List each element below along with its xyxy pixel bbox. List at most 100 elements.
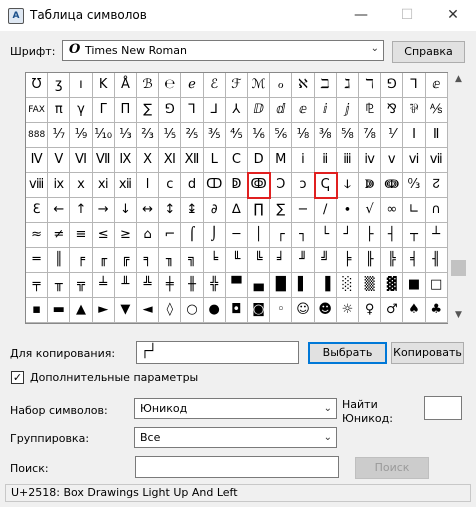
character-cell[interactable]: ║	[48, 248, 71, 273]
select-button[interactable]: Выбрать	[308, 342, 387, 364]
character-cell[interactable]: ı	[70, 73, 93, 98]
character-cell[interactable]: ∟	[403, 198, 426, 223]
character-cell[interactable]: ℰ	[203, 73, 226, 98]
character-cell[interactable]: ⅆ	[270, 98, 293, 123]
character-cell[interactable]: Ⅽ	[225, 148, 248, 173]
character-cell[interactable]: ╞	[336, 248, 359, 273]
character-cell[interactable]: ╗	[181, 248, 204, 273]
character-cell[interactable]: ⅓	[114, 123, 137, 148]
grouping-select[interactable]: Все ⌄	[134, 427, 337, 448]
grid-scrollbar[interactable]: ▲ ▼	[450, 72, 467, 324]
character-cell[interactable]: ♂	[381, 298, 404, 323]
character-cell[interactable]: Ⅱ	[425, 123, 448, 148]
character-cell[interactable]: ⌐	[159, 223, 182, 248]
character-cell[interactable]: Ↄ	[270, 173, 293, 198]
character-cell[interactable]: Π	[114, 98, 137, 123]
character-cell[interactable]: ╧	[92, 273, 115, 298]
character-cell[interactable]: ▪	[26, 298, 49, 323]
character-cell[interactable]: ℮	[159, 73, 182, 98]
character-cell[interactable]: ⅗	[203, 123, 226, 148]
character-cell[interactable]: ╕	[137, 248, 160, 273]
character-cell[interactable]: ≥	[114, 223, 137, 248]
character-cell[interactable]: Å	[114, 73, 137, 98]
character-cell[interactable]: ╫	[181, 273, 204, 298]
character-cell[interactable]: ↆ	[336, 173, 359, 198]
character-cell[interactable]: ╡	[403, 248, 426, 273]
character-cell[interactable]: ⅕	[159, 123, 182, 148]
character-cell[interactable]: ↄ	[292, 173, 315, 198]
character-cell[interactable]: Ⅼ	[203, 148, 226, 173]
character-cell[interactable]: ⅽ	[159, 173, 182, 198]
unicode-input[interactable]	[424, 396, 462, 420]
character-cell[interactable]: ╜	[292, 248, 315, 273]
character-cell[interactable]: ⅘	[225, 123, 248, 148]
character-cell[interactable]: ╬	[203, 273, 226, 298]
character-cell[interactable]: ◦	[270, 298, 293, 323]
scroll-thumb[interactable]	[451, 260, 466, 276]
character-cell[interactable]: ╥	[48, 273, 71, 298]
character-cell[interactable]: ℶ	[314, 73, 337, 98]
character-cell[interactable]: ⅁	[381, 73, 404, 98]
character-cell[interactable]: ⅒	[92, 123, 115, 148]
character-cell[interactable]: ⅶ	[425, 148, 448, 173]
character-cell[interactable]: ℇ	[26, 198, 49, 223]
character-cell[interactable]: ╚	[248, 248, 271, 273]
character-cell[interactable]: ◘	[225, 298, 248, 323]
character-cell[interactable]: ⅋	[381, 98, 404, 123]
character-cell[interactable]: ⌠	[181, 223, 204, 248]
character-cell[interactable]: ⅴ	[381, 148, 404, 173]
character-cell[interactable]: ≤	[92, 223, 115, 248]
character-cell[interactable]: ⅵ	[403, 148, 426, 173]
character-cell[interactable]: ⅇ	[425, 73, 448, 98]
character-cell[interactable]: ⅺ	[92, 173, 115, 198]
character-cell[interactable]: ▓	[381, 273, 404, 298]
character-cell[interactable]: ⅹ	[70, 173, 93, 198]
character-cell[interactable]: ↉	[403, 173, 426, 198]
character-cell[interactable]: ╟	[359, 248, 382, 273]
charset-select[interactable]: Юникод ⌄	[134, 398, 337, 419]
character-cell[interactable]: √	[359, 198, 382, 223]
character-cell[interactable]: ∑	[137, 98, 160, 123]
close-button[interactable]: ✕	[430, 0, 476, 31]
character-cell[interactable]: ⅙	[248, 123, 271, 148]
scroll-down-icon[interactable]: ▼	[450, 310, 467, 320]
character-cell[interactable]: ⅁	[159, 98, 182, 123]
character-cell[interactable]: ▐	[314, 273, 337, 298]
character-cell[interactable]: ►	[92, 298, 115, 323]
character-cell[interactable]: ⅈ	[314, 98, 337, 123]
character-cell[interactable]: ℸ	[359, 73, 382, 98]
character-cell[interactable]: ╖	[159, 248, 182, 273]
character-cell[interactable]: ⅍	[425, 98, 448, 123]
character-cell[interactable]: ▬	[48, 298, 71, 323]
character-cell[interactable]: Ⅸ	[114, 148, 137, 173]
character-cell[interactable]: ╛	[270, 248, 293, 273]
character-cell[interactable]: ─	[225, 223, 248, 248]
character-cell[interactable]: ░	[336, 273, 359, 298]
character-cell[interactable]: ⌂	[137, 223, 160, 248]
character-cell[interactable]: ◄	[137, 298, 160, 323]
character-cell[interactable]: ⅖	[181, 123, 204, 148]
character-cell[interactable]: ┘	[336, 223, 359, 248]
character-cell[interactable]: ◙	[248, 298, 271, 323]
character-cell[interactable]: ⅃	[203, 98, 226, 123]
character-cell[interactable]: ⅾ	[181, 173, 204, 198]
search-input[interactable]	[135, 456, 339, 478]
character-cell[interactable]: Ⅵ	[70, 148, 93, 173]
character-cell[interactable]: ∆	[225, 198, 248, 223]
character-cell[interactable]: ╠	[381, 248, 404, 273]
advanced-checkbox[interactable]: ✓	[11, 371, 24, 384]
character-cell[interactable]: ╒	[70, 248, 93, 273]
character-cell[interactable]: ←	[48, 198, 71, 223]
character-cell[interactable]: ≡	[70, 223, 93, 248]
character-cell[interactable]: ℵ	[292, 73, 315, 98]
character-cell[interactable]: ∕	[314, 198, 337, 223]
character-cell[interactable]: ⅝	[336, 123, 359, 148]
character-cell[interactable]: ⅷ	[26, 173, 49, 198]
character-cell[interactable]: ↑	[70, 198, 93, 223]
character-cell[interactable]: ⅸ	[48, 173, 71, 198]
character-cell[interactable]: ⅻ	[114, 173, 137, 198]
character-cell[interactable]: ⅉ	[336, 98, 359, 123]
character-cell[interactable]: ↓	[114, 198, 137, 223]
character-cell[interactable]: Ⅴ	[48, 148, 71, 173]
character-cell[interactable]: ╨	[114, 273, 137, 298]
